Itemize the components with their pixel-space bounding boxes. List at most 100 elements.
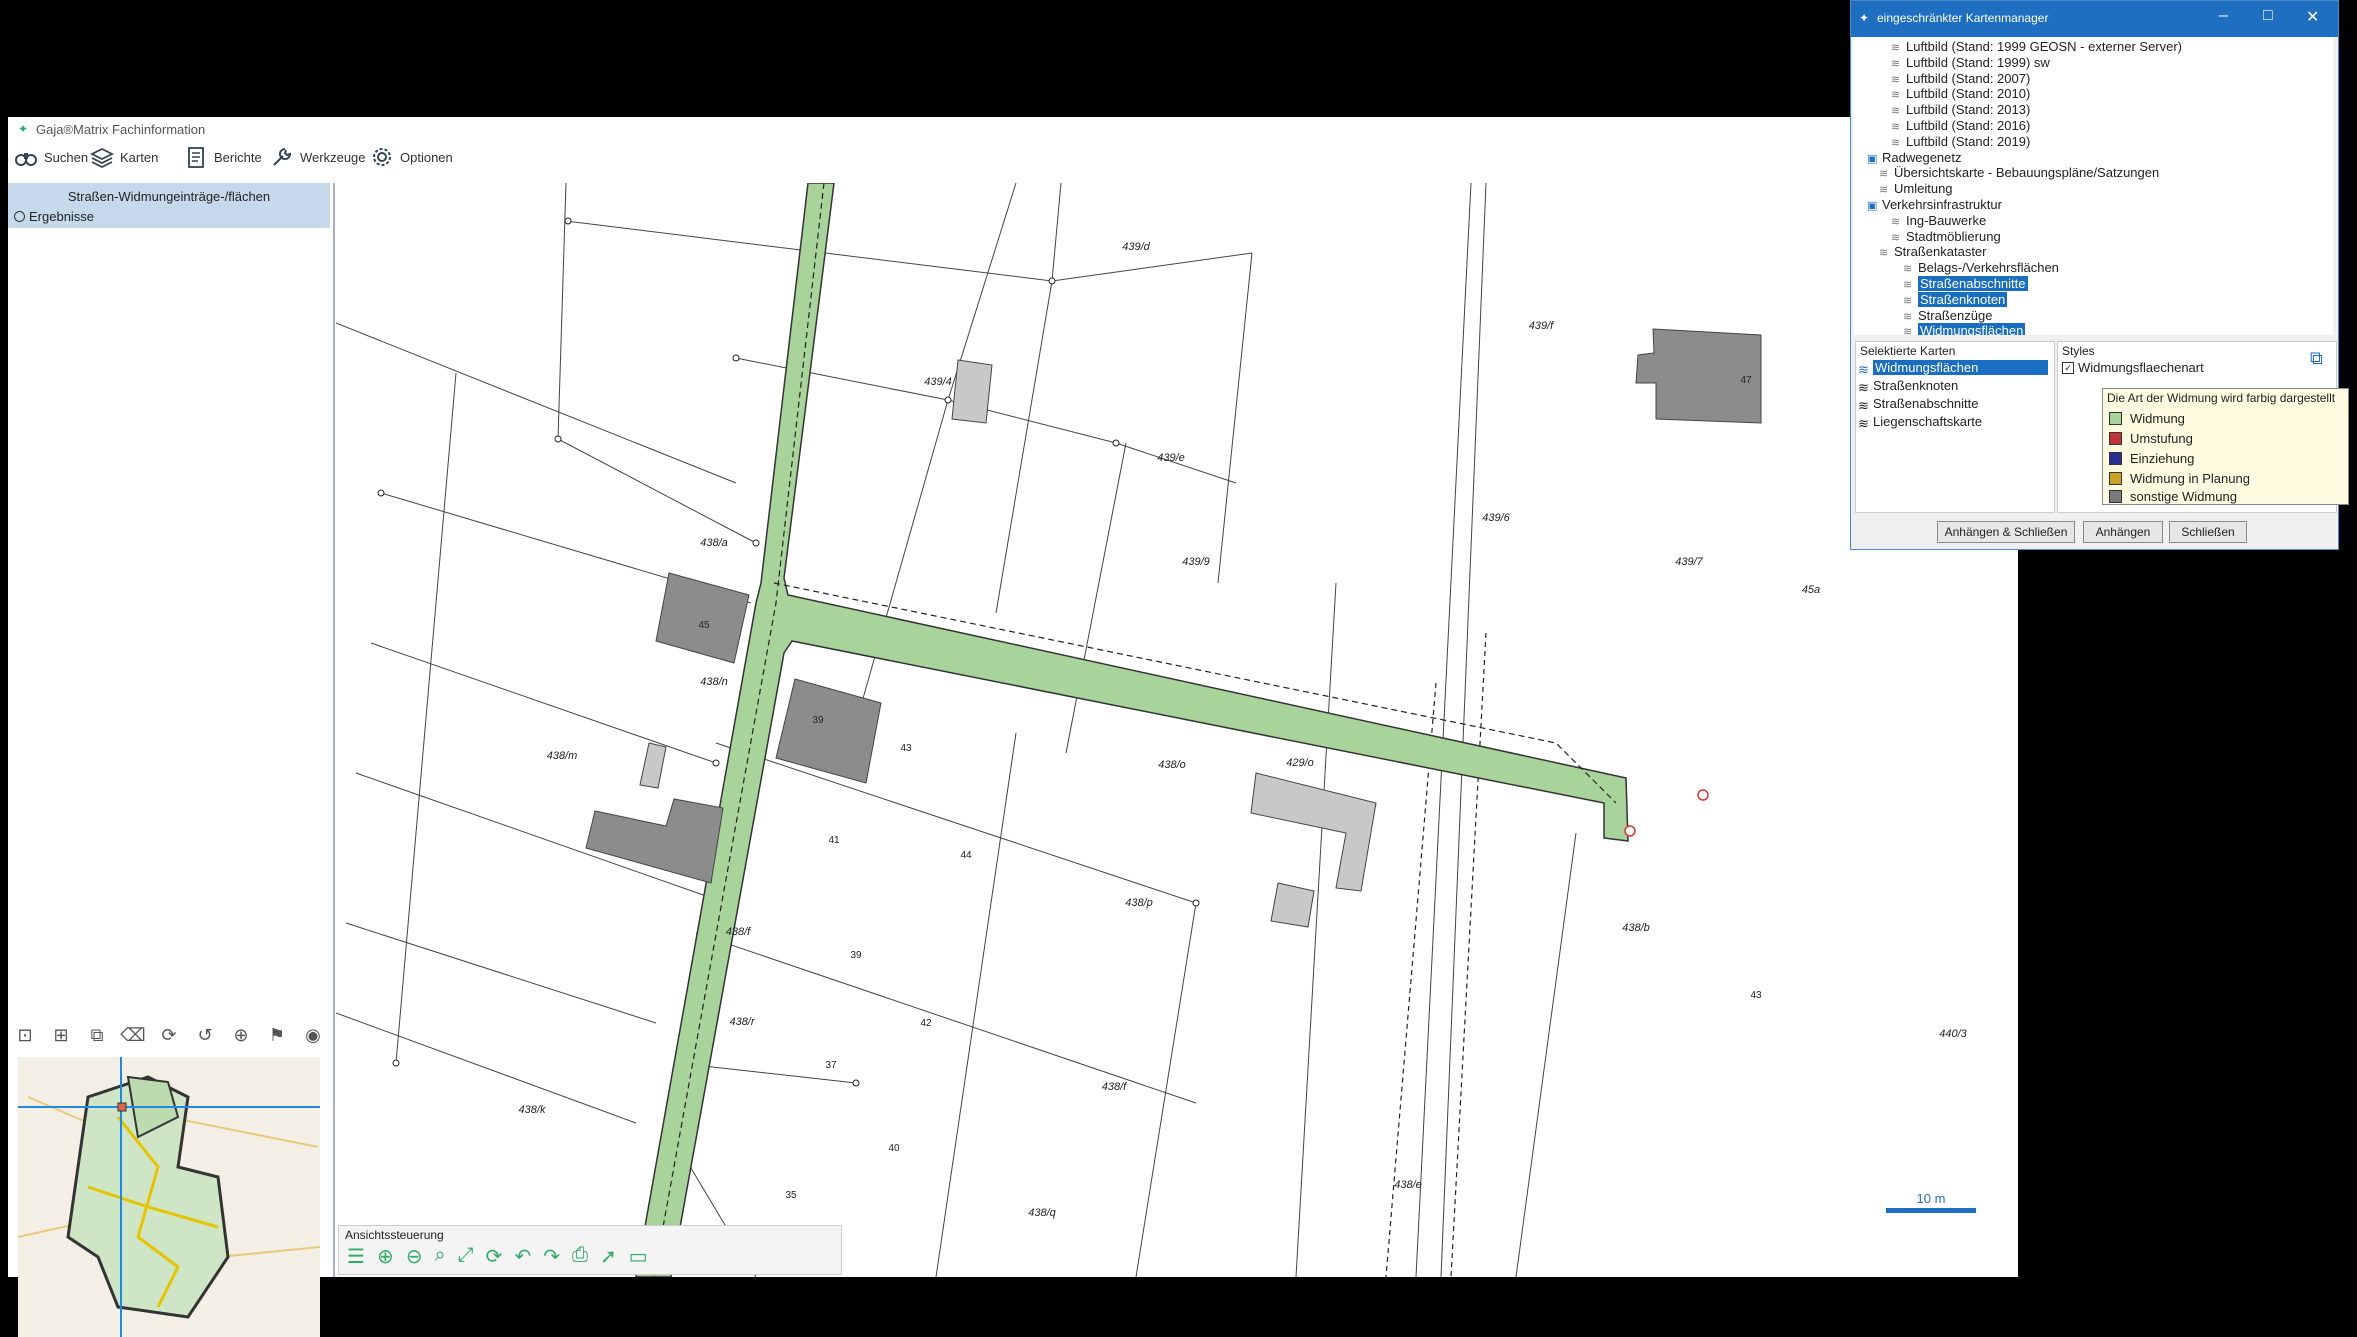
house-number: 43: [900, 743, 912, 754]
layer-icon: ≋: [1903, 310, 1913, 323]
undo-icon[interactable]: ↺: [192, 1022, 218, 1048]
refresh-icon[interactable]: ⟳: [486, 1244, 503, 1269]
selected-map-item[interactable]: ≋ Straßenknoten: [1858, 378, 1958, 395]
tree-item[interactable]: ≋ Luftbild (Stand: 2010): [1891, 86, 2030, 101]
maximize-icon[interactable]: □: [2263, 7, 2273, 25]
tree-item[interactable]: ▣ Radwegenetz: [1867, 150, 1962, 165]
tree-item[interactable]: ≋ Luftbild (Stand: 1999 GEOSN - externer …: [1891, 39, 2182, 54]
selected-map-item[interactable]: ≋ Liegenschaftskarte: [1858, 414, 1982, 431]
results-radio[interactable]: [14, 211, 25, 222]
parcel-label: 438/b: [1622, 922, 1650, 934]
parcel-label: 438/f: [1102, 1081, 1127, 1093]
layer-icon: ≋: [1858, 380, 1869, 395]
view-control-bar: Ansichtssteuerung ☰ ⊕ ⊖ ⌕ ⤢ ⟳ ↶ ↷ ⎙ ➚ ▭: [338, 1225, 842, 1275]
dialog-icon: ✦: [1859, 11, 1870, 25]
tree-item[interactable]: ≋ Straßenzüge: [1903, 308, 1992, 323]
print-icon[interactable]: ⎙: [572, 1244, 588, 1269]
select-points-icon[interactable]: ⊡: [12, 1022, 38, 1048]
scale-label: 10 m: [1917, 1191, 1946, 1206]
tree-item[interactable]: ≋ Luftbild (Stand: 2019): [1891, 134, 2030, 149]
tree-item[interactable]: ≋ Widmungsflächen: [1903, 323, 2026, 335]
select-area-icon[interactable]: ⊞: [48, 1022, 74, 1048]
legend-swatch: [2109, 412, 2122, 425]
tree-item[interactable]: ≋ Ing-Bauwerke: [1891, 213, 1986, 228]
tree-item[interactable]: ≋ Straßenkataster: [1879, 244, 1987, 259]
list-icon[interactable]: ☰: [347, 1244, 365, 1269]
eye-icon[interactable]: ◉: [300, 1022, 326, 1048]
main-toolbar: Suchen Karten Berichte Werkzeuge Optione…: [8, 143, 2018, 173]
zoom-fit-icon[interactable]: ⌕: [434, 1244, 445, 1269]
styles-label: Styles: [2062, 344, 2095, 358]
tree-item[interactable]: ≋ Stadtmöblierung: [1891, 229, 2001, 244]
layer-icon: ≋: [1903, 326, 1913, 335]
tools-button[interactable]: Werkzeuge: [270, 143, 366, 171]
attach-close-button[interactable]: Anhängen & Schließen: [1937, 521, 2075, 543]
style-item[interactable]: ✓ Widmungsflaechenart: [2062, 360, 2204, 375]
attach-button[interactable]: Anhängen: [2083, 521, 2163, 543]
selected-map-item[interactable]: ≋ Widmungsflächen: [1858, 360, 2048, 377]
tree-item[interactable]: ≋ Belags-/Verkehrsflächen: [1903, 260, 2059, 275]
house-number: 39: [850, 950, 862, 961]
tree-item[interactable]: ≋ Luftbild (Stand: 1999) sw: [1891, 55, 2050, 70]
overview-map[interactable]: [18, 1057, 320, 1337]
legend-swatch: [2109, 472, 2122, 485]
parcel-label: 438/r: [729, 1016, 755, 1028]
maps-button[interactable]: Karten: [90, 143, 158, 171]
tree-item[interactable]: ▣ Verkehrsinfrastruktur: [1867, 197, 2002, 212]
tree-item[interactable]: ≋ Luftbild (Stand: 2013): [1891, 102, 2030, 117]
select-box-icon[interactable]: ⧉: [84, 1022, 110, 1048]
reports-button[interactable]: Berichte: [184, 143, 262, 171]
zoom-extent-icon[interactable]: ⤢: [458, 1244, 474, 1269]
refresh-icon[interactable]: ⟳: [156, 1022, 182, 1048]
parcel-label: 45a: [1802, 584, 1820, 596]
parcel-label: 438/e: [1394, 1179, 1422, 1191]
flag-icon[interactable]: ⚑: [264, 1022, 290, 1048]
layer-icon: ≋: [1891, 89, 1901, 102]
results-option[interactable]: Ergebnisse: [14, 209, 94, 224]
zoom-in-icon[interactable]: ⊕: [377, 1244, 394, 1269]
layers-icon: [90, 147, 114, 169]
dialog-titlebar: ✦ eingeschränkter Kartenmanager – □ ✕: [1851, 1, 2338, 37]
style-checkbox[interactable]: ✓: [2062, 361, 2074, 374]
parcel-label: 438/f: [726, 926, 751, 938]
layer-icon: ≋: [1891, 136, 1901, 149]
close-icon[interactable]: ✕: [2306, 7, 2319, 27]
app-logo-icon: ✦: [18, 122, 29, 136]
parcel-label: 440/3: [1939, 1028, 1967, 1040]
zoom-out-icon[interactable]: ⊖: [406, 1244, 423, 1269]
tree-item[interactable]: ≋ Luftbild (Stand: 2007): [1891, 71, 2030, 86]
parcel-label: 439/f: [1529, 320, 1554, 332]
parcel-label: 438/p: [1125, 897, 1153, 909]
layer-tree[interactable]: ≋ Luftbild (Stand: 1999 GEOSN - externer …: [1853, 37, 2333, 335]
parcel-label: 438/n: [700, 676, 728, 688]
parcel-label: 438/m: [547, 750, 578, 762]
view-control-label: Ansichtssteuerung: [345, 1228, 444, 1242]
tree-item[interactable]: ≋ Luftbild (Stand: 2016): [1891, 118, 2030, 133]
house-number: 37: [825, 1060, 837, 1071]
back-icon[interactable]: ↶: [514, 1244, 531, 1269]
layers-style-icon[interactable]: ⧉: [2310, 348, 2323, 369]
minimize-icon[interactable]: –: [2219, 7, 2228, 25]
options-button[interactable]: Optionen: [370, 143, 453, 171]
close-button[interactable]: Schließen: [2169, 521, 2247, 543]
layer-icon: ≋: [1891, 121, 1901, 133]
map-canvas[interactable]: 439/d 439/f 439/4 439/e 439/6 439/9 439/…: [336, 183, 2018, 1277]
info-cursor-icon[interactable]: ➚: [600, 1244, 617, 1269]
parcel-label: 438/a: [700, 537, 728, 549]
parcel-label: 438/q: [1028, 1207, 1056, 1219]
layer-icon: ≋: [1879, 247, 1889, 260]
search-button[interactable]: Suchen: [14, 143, 88, 171]
layer-icon: ≋: [1891, 42, 1901, 54]
delete-selection-icon[interactable]: ⌫: [120, 1022, 146, 1048]
add-window-icon[interactable]: ⊕: [228, 1022, 254, 1048]
tree-item[interactable]: ≋ Umleitung: [1879, 181, 1953, 196]
selected-map-item[interactable]: ≋ Straßenabschnitte: [1858, 396, 1979, 413]
tree-item[interactable]: ≋ Straßenknoten: [1903, 291, 2008, 307]
reports-label: Berichte: [214, 149, 262, 165]
tree-item[interactable]: ≋ Straßenabschnitte: [1903, 276, 2028, 291]
folder-icon[interactable]: ▭: [629, 1244, 648, 1269]
search-label: Suchen: [44, 149, 89, 165]
layer-icon: ≋: [1903, 263, 1913, 276]
forward-icon[interactable]: ↷: [543, 1244, 560, 1269]
tree-item[interactable]: ≋ Übersichtskarte - Bebauungspläne/Satzun…: [1879, 165, 2159, 180]
